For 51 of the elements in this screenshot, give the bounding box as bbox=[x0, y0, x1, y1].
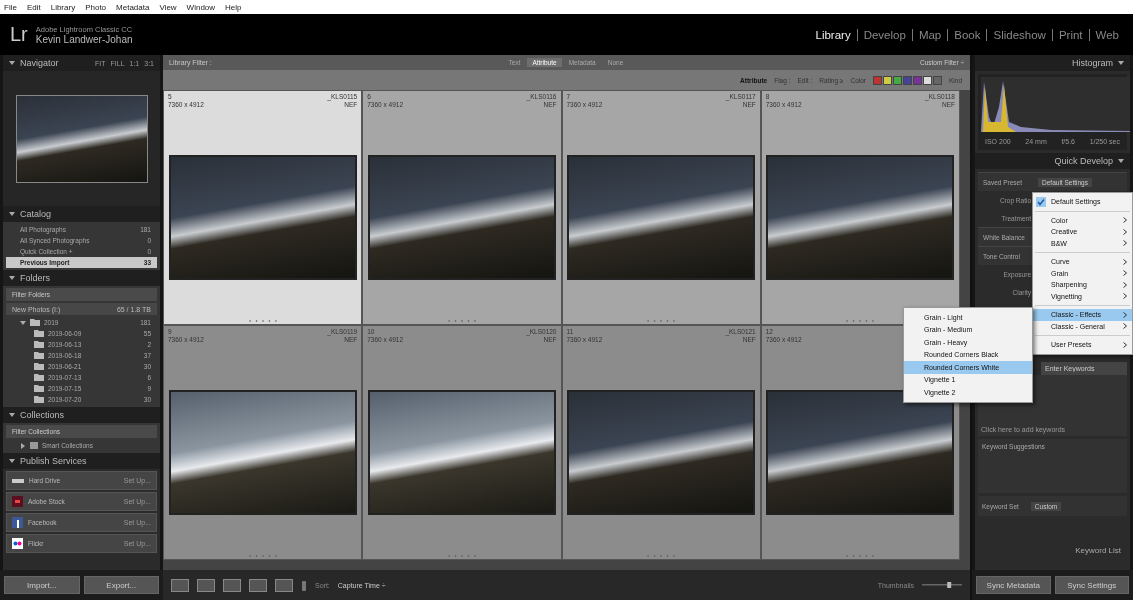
stock-logo-icon bbox=[12, 496, 23, 507]
panel-button[interactable]: Import... bbox=[4, 576, 80, 594]
expanded-triangle-icon[interactable] bbox=[1118, 158, 1124, 164]
panel-title[interactable]: Keyword List bbox=[978, 516, 1127, 555]
view-mode-icon[interactable] bbox=[197, 578, 215, 592]
view-mode-icon[interactable] bbox=[275, 578, 293, 592]
menu-item[interactable]: View bbox=[159, 2, 177, 12]
sync-button[interactable]: Sync Metadata bbox=[976, 576, 1051, 594]
color-label-swatches-icon[interactable] bbox=[873, 75, 942, 85]
app-logo: Lr bbox=[10, 23, 28, 46]
hard-drive-icon bbox=[12, 478, 24, 483]
menu-item[interactable]: Photo bbox=[85, 2, 107, 12]
checkmark-icon bbox=[1036, 197, 1046, 207]
module-tab[interactable]: Map bbox=[911, 28, 948, 41]
flickr-logo-icon bbox=[12, 538, 23, 549]
menu-item[interactable]: Library bbox=[50, 2, 76, 12]
collapsed-triangle-icon[interactable] bbox=[20, 442, 26, 449]
module-tab[interactable]: Print bbox=[1051, 28, 1089, 41]
menu-item[interactable]: File bbox=[4, 2, 17, 12]
menu-item[interactable]: Window bbox=[186, 2, 216, 12]
panel-title[interactable]: Folders bbox=[20, 273, 50, 283]
facebook-logo-icon bbox=[12, 517, 23, 528]
menu-item[interactable]: Help bbox=[225, 2, 242, 12]
module-tab[interactable]: Library bbox=[809, 28, 857, 41]
sync-button[interactable]: Sync Settings bbox=[1054, 576, 1129, 594]
view-mode-icon[interactable] bbox=[223, 578, 241, 592]
view-mode-icon[interactable] bbox=[171, 578, 189, 592]
menu-item[interactable]: Metadata bbox=[116, 2, 150, 12]
expanded-triangle-icon[interactable] bbox=[9, 458, 15, 464]
expanded-triangle-icon[interactable] bbox=[1118, 60, 1124, 66]
menu-item[interactable]: Edit bbox=[26, 2, 41, 12]
expanded-triangle-icon[interactable] bbox=[9, 60, 15, 66]
expanded-triangle-icon[interactable] bbox=[9, 211, 15, 217]
submenu-chevron-icon bbox=[1123, 341, 1127, 348]
module-tab[interactable]: Develop bbox=[856, 28, 912, 41]
expanded-triangle-icon[interactable] bbox=[9, 412, 15, 418]
panel-title[interactable]: Histogram bbox=[1072, 58, 1113, 68]
expanded-triangle-icon[interactable] bbox=[9, 275, 15, 281]
slider-thumb[interactable] bbox=[947, 582, 952, 588]
module-tab[interactable]: Slideshow bbox=[986, 28, 1052, 41]
view-mode-icon[interactable] bbox=[249, 578, 267, 592]
panel-title[interactable]: Catalog bbox=[20, 209, 52, 219]
panel-title[interactable]: Collections bbox=[20, 410, 65, 420]
module-tab[interactable]: Book bbox=[947, 28, 987, 41]
panel-button[interactable]: Export... bbox=[83, 576, 159, 594]
smart-collection-icon bbox=[30, 442, 38, 449]
module-tab[interactable]: Web bbox=[1088, 28, 1125, 41]
thumbnail-size-slider[interactable] bbox=[922, 581, 962, 589]
user-name: Kevin Landwer-Johan bbox=[35, 33, 133, 45]
expanded-triangle-icon[interactable] bbox=[20, 319, 26, 326]
panel-title[interactable]: Navigator bbox=[20, 58, 59, 68]
